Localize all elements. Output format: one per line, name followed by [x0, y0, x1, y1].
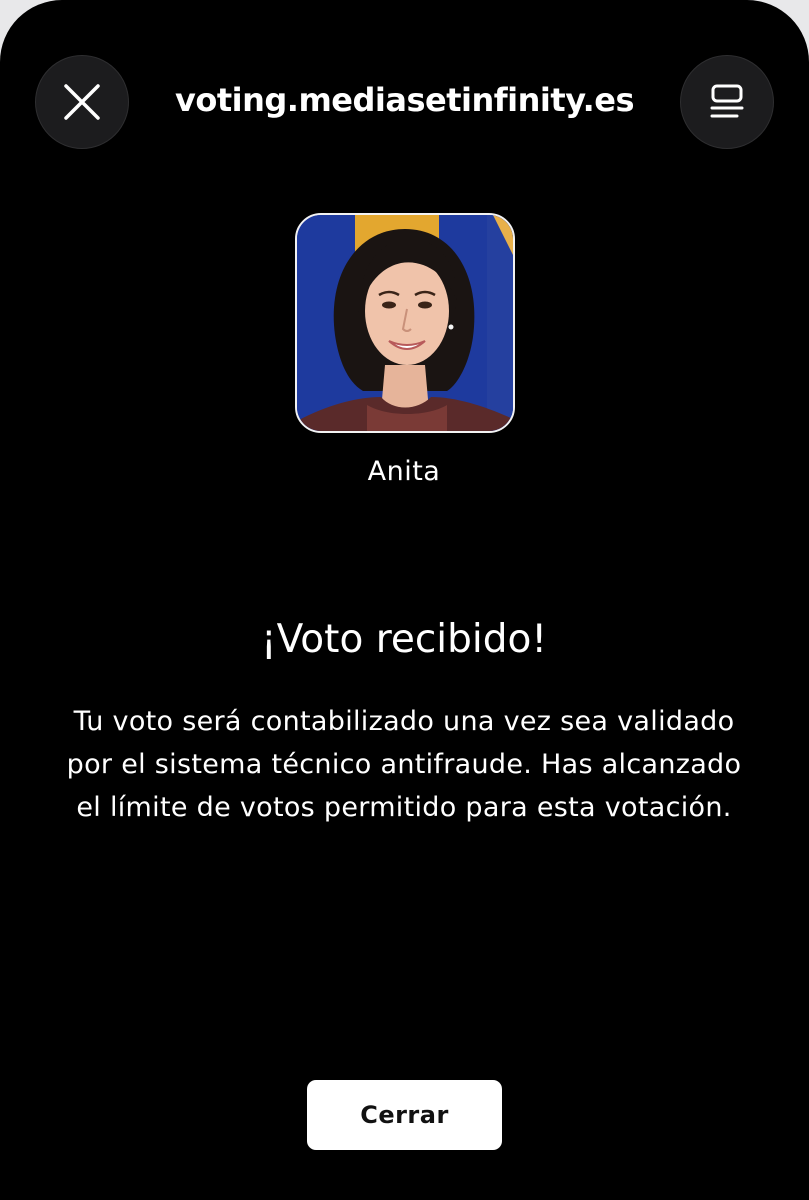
confirmation-title: ¡Voto recibido! — [261, 617, 547, 662]
browser-close-button[interactable] — [35, 55, 129, 149]
candidate-photo — [295, 213, 515, 433]
browser-top-bar: voting.mediasetinfinity.es — [0, 0, 809, 150]
cerrar-button[interactable]: Cerrar — [307, 1080, 502, 1150]
candidate-portrait-image — [297, 215, 513, 431]
voting-screen: voting.mediasetinfinity.es Anita ¡Voto r… — [0, 0, 809, 1200]
close-icon — [64, 84, 100, 120]
tabs-icon — [710, 84, 744, 118]
browser-tabs-button[interactable] — [680, 55, 774, 149]
candidate-name: Anita — [367, 456, 441, 487]
confirmation-message: Tu voto será contabilizado una vez sea v… — [66, 706, 742, 823]
page-url: voting.mediasetinfinity.es — [174, 81, 635, 119]
